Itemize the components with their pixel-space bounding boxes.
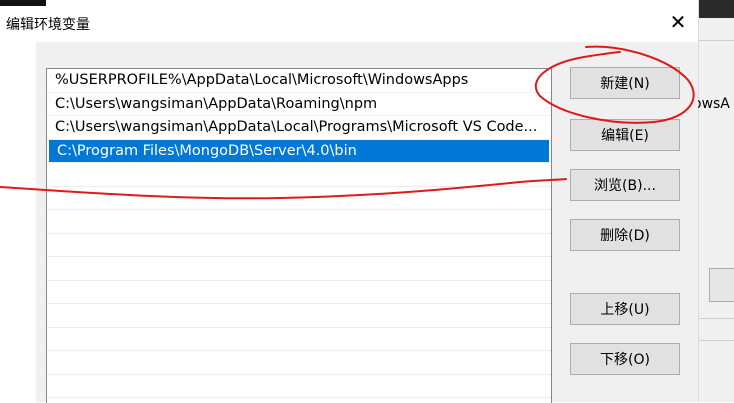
path-list-item[interactable]: C:\Users\wangsiman\AppData\Local\Program… xyxy=(47,116,551,140)
empty-list-row[interactable] xyxy=(47,234,551,257)
background-divider xyxy=(699,40,734,41)
edit-env-variable-dialog: 编辑环境变量 ✕ %USERPROFILE%\AppData\Local\Mic… xyxy=(0,0,698,403)
titlebar-accent xyxy=(0,0,46,6)
empty-list-row[interactable] xyxy=(47,257,551,281)
path-listbox[interactable]: %USERPROFILE%\AppData\Local\Microsoft\Wi… xyxy=(46,68,552,403)
background-text: owsA xyxy=(693,96,730,112)
edit-button[interactable]: 编辑(E) xyxy=(570,119,680,151)
path-list-item-selected[interactable]: C:\Program Files\MongoDB\Server\4.0\bin xyxy=(49,139,549,163)
move-up-button[interactable]: 上移(U) xyxy=(570,293,680,325)
background-divider xyxy=(699,340,734,341)
background-titlebar xyxy=(699,0,734,18)
close-button[interactable]: ✕ xyxy=(658,6,698,38)
background-window: owsA xyxy=(693,0,734,402)
empty-list-row[interactable] xyxy=(47,210,551,234)
delete-button[interactable]: 删除(D) xyxy=(570,219,680,251)
path-list-item[interactable]: %USERPROFILE%\AppData\Local\Microsoft\Wi… xyxy=(47,69,551,93)
background-button[interactable] xyxy=(709,268,734,302)
empty-list-row[interactable] xyxy=(47,281,551,304)
background-divider xyxy=(699,318,734,319)
path-list-item[interactable]: C:\Users\wangsiman\AppData\Roaming\npm xyxy=(47,93,551,116)
empty-list-row[interactable] xyxy=(47,304,551,328)
browse-button[interactable]: 浏览(B)... xyxy=(570,169,680,201)
dialog-title: 编辑环境变量 xyxy=(6,17,90,33)
close-icon: ✕ xyxy=(669,10,687,34)
empty-list-row[interactable] xyxy=(47,187,551,210)
empty-list-row[interactable] xyxy=(47,328,551,351)
empty-list-row[interactable] xyxy=(47,375,551,398)
dialog-client-area: %USERPROFILE%\AppData\Local\Microsoft\Wi… xyxy=(36,42,698,403)
move-down-button[interactable]: 下移(O) xyxy=(570,343,680,375)
new-button[interactable]: 新建(N) xyxy=(570,67,680,99)
empty-list-row[interactable] xyxy=(47,351,551,375)
empty-list-row[interactable] xyxy=(47,163,551,187)
